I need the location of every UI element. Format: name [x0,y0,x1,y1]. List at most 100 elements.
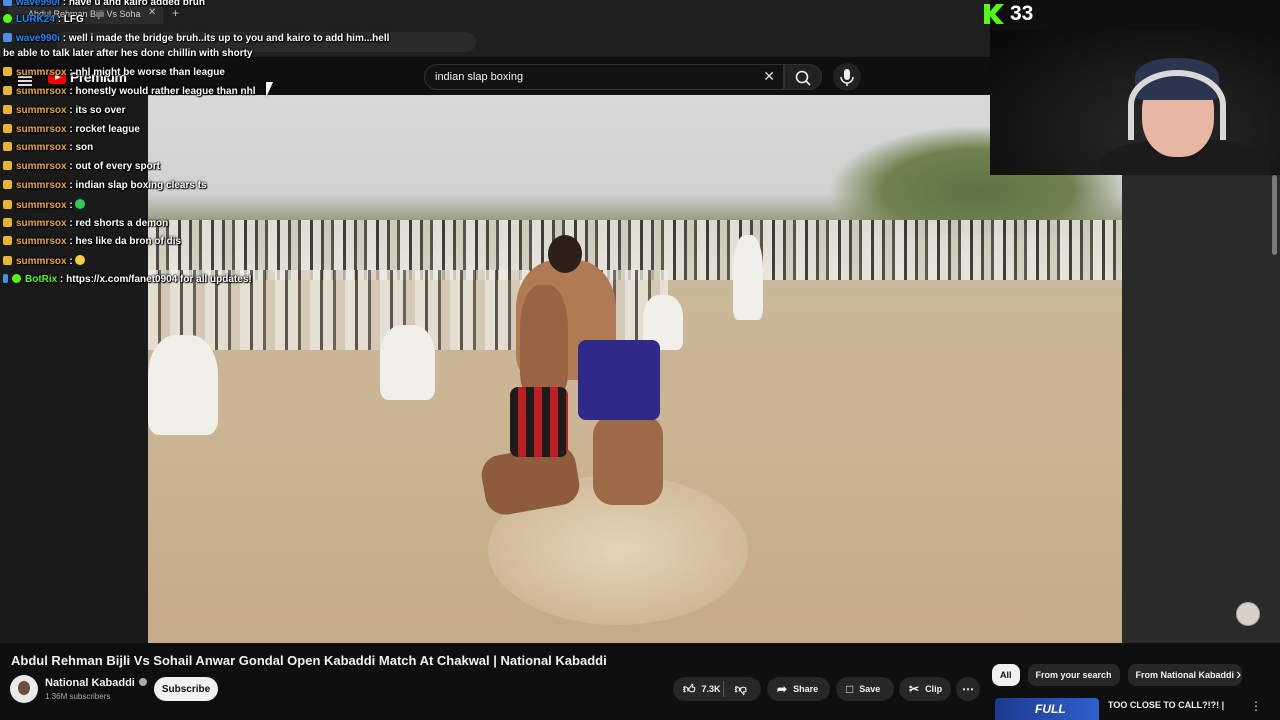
video-scene-player [510,387,568,457]
subscriber-badge-icon [3,200,12,209]
user-avatar[interactable] [1236,602,1260,626]
thumbnail-text: FULL [1035,702,1066,716]
headphones-icon [1128,70,1226,140]
moderator-badge-icon [3,14,12,23]
chat-username[interactable]: summrsox [16,161,67,172]
bookmark-icon: □ [846,682,854,696]
verified-bot-icon [12,274,21,283]
chat-username[interactable]: summrsox [16,236,67,247]
video-title: Abdul Rehman Bijli Vs Sohail Anwar Gonda… [11,653,607,668]
chat-message: summrsox : hes like da bron of dis [3,236,181,248]
video-scene-player [548,235,582,273]
green-emote-icon [75,199,86,209]
search-input[interactable]: indian slap boxing ✕ [424,64,784,90]
chat-message: be able to talk later after hes done chi… [3,48,253,60]
microphone-icon [840,69,854,86]
chat-username[interactable]: summrsox [16,142,67,153]
subscriber-badge-icon [3,180,12,189]
chat-username[interactable]: LURK24 [16,14,55,25]
video-scene-player [578,340,660,420]
stream-viewer-panel [990,0,1280,30]
chat-text: : indian slap boxing clears ts [69,180,207,191]
channel-name[interactable]: National Kabaddi [45,677,135,689]
chat-text: : LFG [57,14,84,25]
recommended-title-line: TOO CLOSE TO CALL?!?! | [1108,700,1225,710]
subscriber-badge-icon [3,105,12,114]
search-icon [795,70,811,86]
subscribe-button[interactable]: Subscribe [154,677,218,701]
subscriber-badge-icon [3,142,12,151]
scrollbar-thumb[interactable] [1272,175,1277,255]
subscriber-badge-icon [3,86,12,95]
search-query: indian slap boxing [435,71,524,83]
chat-text: : son [69,142,94,153]
chat-username[interactable]: summrsox [16,105,67,116]
like-divider [723,681,724,697]
chat-text: : hes like da bron of dis [69,236,182,247]
subscriber-badge-icon [3,67,12,76]
chat-text: : its so over [69,105,126,116]
save-label: Save [859,684,881,694]
voice-search-button[interactable] [833,63,861,91]
chat-text: : nhl might be worse than league [69,67,225,78]
chat-message: BotRix : https://x.com/fanet0904 for all… [3,274,252,286]
video-scene-player [593,415,663,505]
chat-username[interactable]: summrsox [16,124,67,135]
more-actions-button[interactable]: ⋯ [956,677,980,701]
chat-message: wave990i : well i made the bridge bruh..… [3,33,389,45]
chat-message: summrsox : [3,199,86,212]
channel-avatar[interactable] [10,675,38,703]
like-dislike-group: 👍︎ 7.3K 👎︎ [673,677,761,701]
chat-username[interactable]: wave990i [16,0,60,8]
chat-username[interactable]: summrsox [16,256,67,267]
chat-text: : honestly would rather league than nhl [69,86,256,97]
chat-username[interactable]: BotRix [25,274,57,285]
search-button[interactable] [784,64,822,90]
subscriber-badge-icon [3,124,12,133]
chip-all[interactable]: All [992,664,1020,686]
viewer-count: 33 [1010,2,1034,25]
chat-username[interactable]: wave990i [16,33,60,44]
chat-username[interactable]: summrsox [16,86,67,97]
like-count[interactable]: 7.3K [702,684,721,694]
more-vertical-icon[interactable]: ⋮ [1250,699,1262,713]
subscriber-badge-icon [3,256,12,265]
chip-from-channel[interactable]: From National Kabaddi [1127,664,1243,686]
chip-from-your-search[interactable]: From your search [1027,664,1120,686]
dislike-icon[interactable]: 👎︎ [735,683,747,695]
chat-text: : https://x.com/fanet0904 for all update… [60,274,252,285]
share-button[interactable]: ➦ Share [767,677,830,701]
side-panel [1122,175,1280,643]
chat-text: : have u and kairo added brun [62,0,205,8]
chat-username[interactable]: summrsox [16,218,67,229]
chat-text: : [69,256,73,267]
chevron-right-icon[interactable]: › [1236,666,1241,684]
verified-check-icon [138,678,147,686]
subscriber-count: 1.36M subscribers [45,692,111,701]
clear-search-icon[interactable]: ✕ [763,68,775,85]
chat-message: wave990i : have u and kairo added brun [3,0,205,9]
chat-text: : well i made the bridge bruh..its up to… [62,33,390,44]
share-label: Share [793,684,819,694]
subscriber-badge-icon [3,33,12,42]
like-icon[interactable]: 👍︎ [683,683,696,695]
video-scene-spectator [148,335,218,435]
chat-message: summrsox : out of every sport [3,161,160,173]
chat-text: : out of every sport [69,161,160,172]
clip-button[interactable]: ✂ Clip [899,677,951,701]
save-button[interactable]: □ Save [836,677,894,701]
streamer-webcam [990,30,1280,175]
channel-name-row[interactable]: National Kabaddi [45,677,147,689]
video-scene-player [520,285,568,395]
chat-username[interactable]: summrsox [16,67,67,78]
video-scene-referee [733,235,763,320]
video-scene-spectator [380,325,435,400]
recommended-video-thumbnail[interactable]: FULL [995,698,1099,720]
clip-label: Clip [925,684,943,694]
video-player[interactable] [148,95,1122,643]
share-icon: ➦ [777,682,788,696]
chat-username[interactable]: summrsox [16,200,67,211]
recommended-video-title[interactable]: TOO CLOSE TO CALL?!?! | [1108,699,1224,711]
chat-username[interactable]: summrsox [16,180,67,191]
mouse-cursor-icon [266,82,273,98]
